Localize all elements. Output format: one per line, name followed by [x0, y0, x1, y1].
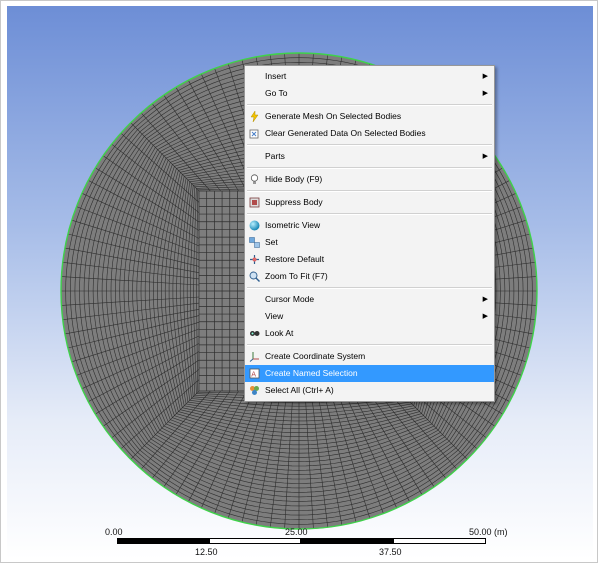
menu-item-label: Select All (Ctrl+ A) — [265, 385, 334, 395]
context-menu: Insert ▶ Go To ▶ Generate Mesh On Selected B… — [244, 65, 495, 402]
menu-item-cursor-mode[interactable]: Cursor Mode ▶ — [245, 291, 494, 308]
menu-item-look-at[interactable]: Look At — [245, 325, 494, 342]
submenu-arrow-icon: ▶ — [482, 73, 488, 80]
menu-item-label: Suppress Body — [265, 197, 323, 207]
select-all-icon — [250, 386, 259, 395]
menu-item-label: Create Named Selection — [265, 368, 358, 378]
menu-item-view[interactable]: View ▶ — [245, 308, 494, 325]
svg-text:A: A — [251, 371, 256, 379]
menu-separator — [247, 344, 492, 346]
menu-item-label: Restore Default — [265, 254, 325, 264]
menu-item-go-to[interactable]: Go To ▶ — [245, 85, 494, 102]
clear-data-icon — [249, 129, 259, 139]
menu-item-label: Cursor Mode — [265, 294, 315, 304]
named-selection-icon: A — [249, 368, 260, 379]
menu-item-insert[interactable]: Insert ▶ — [245, 68, 494, 85]
submenu-arrow-icon: ▶ — [482, 296, 488, 303]
menu-item-generate-mesh-on-selected-bodies[interactable]: Generate Mesh On Selected Bodies — [245, 108, 494, 125]
lightbulb-icon — [250, 174, 259, 184]
look-at-icon — [250, 331, 260, 336]
menu-item-isometric-view[interactable]: Isometric View — [245, 217, 494, 234]
menu-item-label: View — [265, 311, 284, 321]
menu-item-label: Clear Generated Data On Selected Bodies — [265, 128, 426, 138]
menu-item-label: Create Coordinate System — [265, 351, 366, 361]
menu-item-select-all-ctrl-a[interactable]: Select All (Ctrl+ A) — [245, 382, 494, 399]
menu-item-label: Parts — [265, 151, 285, 161]
menu-item-label: Zoom To Fit (F7) — [265, 271, 328, 281]
submenu-arrow-icon: ▶ — [482, 153, 488, 160]
set-view-icon — [249, 237, 260, 248]
app-frame: 0.00 25.00 50.00 (m) 12.50 37.50 Insert ▶… — [0, 0, 598, 563]
coordinate-system-icon — [249, 352, 259, 362]
menu-item-label: Set — [265, 237, 278, 247]
isometric-sphere-icon — [249, 220, 260, 231]
menu-separator — [247, 287, 492, 289]
menu-item-clear-generated-data-on-selected-bodies[interactable]: Clear Generated Data On Selected Bodies — [245, 125, 494, 142]
menu-item-label: Insert — [265, 71, 287, 81]
menu-item-label: Hide Body (F9) — [265, 174, 323, 184]
menu-item-suppress-body[interactable]: Suppress Body — [245, 194, 494, 211]
menu-separator — [247, 213, 492, 215]
menu-item-zoom-to-fit-f7[interactable]: Zoom To Fit (F7) — [245, 268, 494, 285]
zoom-fit-icon — [249, 271, 260, 282]
menu-separator — [247, 190, 492, 192]
menu-item-label: Isometric View — [265, 220, 321, 230]
menu-separator — [247, 167, 492, 169]
lightning-icon — [250, 111, 259, 122]
menu-item-label: Generate Mesh On Selected Bodies — [265, 111, 402, 121]
restore-default-icon — [250, 255, 259, 264]
menu-item-hide-body-f9[interactable]: Hide Body (F9) — [245, 171, 494, 188]
menu-item-restore-default[interactable]: Restore Default — [245, 251, 494, 268]
menu-item-parts[interactable]: Parts ▶ — [245, 148, 494, 165]
menu-separator — [247, 144, 492, 146]
submenu-arrow-icon: ▶ — [482, 313, 488, 320]
menu-item-label: Look At — [265, 328, 294, 338]
menu-item-create-coordinate-system[interactable]: Create Coordinate System — [245, 348, 494, 365]
submenu-arrow-icon: ▶ — [482, 90, 488, 97]
menu-item-label: Go To — [265, 88, 288, 98]
menu-item-create-named-selection[interactable]: A Create Named Selection — [245, 365, 494, 382]
menu-item-set[interactable]: Set — [245, 234, 494, 251]
menu-separator — [247, 104, 492, 106]
suppress-icon — [249, 197, 260, 208]
